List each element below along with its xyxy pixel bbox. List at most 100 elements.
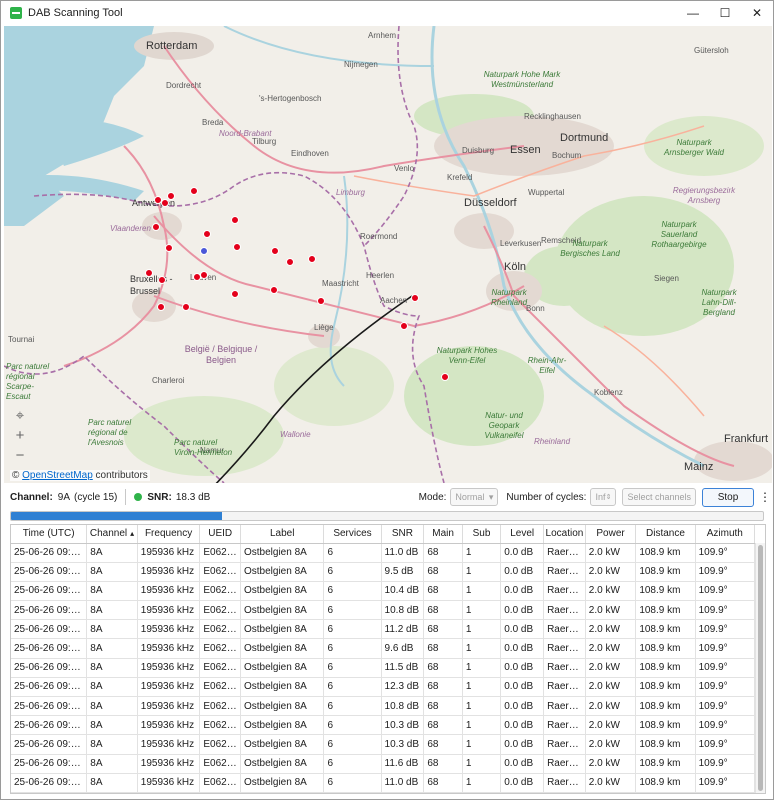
transmitter-marker[interactable] — [441, 373, 449, 381]
table-row[interactable]: 25-06-26 09:09:358A195936 kHzE06200Ostbe… — [11, 696, 756, 717]
column-header[interactable]: Main — [423, 525, 463, 544]
table-cell: 6 — [323, 543, 382, 563]
transmitter-marker[interactable] — [200, 271, 208, 279]
transmitter-marker[interactable] — [411, 294, 419, 302]
column-header[interactable]: Time (UTC) — [11, 525, 88, 544]
transmitter-marker[interactable] — [161, 199, 169, 207]
receiver-marker[interactable] — [200, 247, 208, 255]
openstreetmap-link[interactable]: OpenStreetMap — [22, 470, 93, 481]
maximize-button[interactable]: ☐ — [709, 1, 741, 25]
table-cell: E06200 — [199, 677, 241, 698]
table-cell: 2.0 kW — [585, 734, 637, 755]
table-cell: 1 — [462, 619, 502, 640]
transmitter-marker[interactable] — [286, 258, 294, 266]
select-channels-button[interactable]: Select channels — [622, 488, 696, 506]
vertical-scrollbar[interactable] — [755, 543, 765, 793]
column-header[interactable]: Level — [500, 525, 545, 544]
table-row[interactable]: 25-06-26 09:13:078A195936 kHzE06200Ostbe… — [11, 773, 756, 793]
cycles-value: Inf — [595, 492, 606, 502]
results-table[interactable]: Time (UTC) Channel ▴ Frequency UEID Label Serv… — [10, 524, 766, 794]
copyright-symbol: © — [12, 470, 20, 481]
transmitter-marker[interactable] — [152, 223, 160, 231]
table-cell: 6 — [323, 696, 382, 717]
transmitter-marker[interactable] — [231, 216, 239, 224]
table-row[interactable]: 25-06-26 09:07:508A195936 kHzE06200Ostbe… — [11, 658, 756, 678]
transmitter-marker[interactable] — [165, 244, 173, 252]
column-header[interactable]: Distance — [635, 525, 696, 544]
stop-button[interactable]: Stop — [702, 487, 754, 507]
column-header[interactable]: Frequency — [137, 525, 201, 544]
transmitter-marker[interactable] — [400, 322, 408, 330]
column-header[interactable]: Services — [323, 525, 382, 544]
column-header[interactable]: Location — [543, 525, 586, 544]
column-header[interactable]: SNR — [381, 525, 425, 544]
transmitter-marker[interactable] — [233, 243, 241, 251]
map-label-np-rheinland: Naturpark Rheinland — [490, 288, 528, 307]
table-cell: Ostbelgien 8A — [240, 638, 325, 659]
map-label-vlaanderen: Vlaanderen — [110, 224, 151, 233]
map-label-aachen: Aachen — [380, 296, 408, 305]
map-label-charleroi: Charleroi — [152, 376, 185, 385]
table-cell: 1 — [462, 715, 502, 736]
table-cell: Raeren... — [543, 773, 586, 793]
table-row[interactable]: 25-06-26 09:06:588A195936 kHzE06200Ostbe… — [11, 638, 756, 659]
zoom-in-button[interactable]: + — [10, 425, 30, 445]
table-row[interactable]: 25-06-26 09:11:228A195936 kHzE06200Ostbe… — [11, 734, 756, 755]
transmitter-marker[interactable] — [158, 276, 166, 284]
table-row[interactable]: 25-06-26 09:02:338A195936 kHzE06200Ostbe… — [11, 543, 756, 563]
table-cell: 195936 kHz — [137, 658, 201, 678]
map-label-parc-avesnois: Parc naturel régional de l'Avesnois — [88, 418, 132, 447]
transmitter-marker[interactable] — [190, 187, 198, 195]
transmitter-marker[interactable] — [308, 255, 316, 263]
close-button[interactable]: ✕ — [741, 1, 773, 25]
more-menu-icon[interactable]: ⋮ — [758, 490, 772, 504]
table-cell: 68 — [423, 581, 463, 602]
table-cell: 108.9 km — [635, 619, 696, 640]
transmitter-marker[interactable] — [182, 303, 190, 311]
scrollbar-thumb[interactable] — [758, 545, 763, 791]
table-row[interactable]: 25-06-26 09:04:198A195936 kHzE06200Ostbe… — [11, 581, 756, 602]
table-row[interactable]: 25-06-26 09:03:268A195936 kHzE06200Ostbe… — [11, 562, 756, 582]
cycles-spinbox[interactable]: Inf ⇕ — [590, 488, 617, 506]
transmitter-marker[interactable] — [145, 269, 153, 277]
column-header[interactable]: UEID — [199, 525, 241, 544]
table-cell: 2.0 kW — [585, 543, 637, 563]
column-header[interactable]: Label — [240, 525, 325, 544]
zoom-out-button[interactable]: − — [10, 445, 30, 465]
table-row[interactable]: 25-06-26 09:05:128A195936 kHzE06200Ostbe… — [11, 600, 756, 621]
map-label-heerlen: Heerlen — [366, 271, 395, 280]
transmitter-marker[interactable] — [157, 303, 165, 311]
table-row[interactable]: 25-06-26 09:08:428A195936 kHzE06200Ostbe… — [11, 677, 756, 698]
transmitter-marker[interactable] — [203, 230, 211, 238]
map-view[interactable]: Rotterdam Dordrecht Breda Tilburg Eindho… — [4, 26, 772, 483]
column-header[interactable]: Sub — [462, 525, 502, 544]
table-cell: 195936 kHz — [137, 715, 201, 736]
table-row[interactable]: 25-06-26 09:10:288A195936 kHzE06200Ostbe… — [11, 715, 756, 736]
transmitter-marker[interactable] — [231, 290, 239, 298]
transmitter-marker[interactable] — [270, 286, 278, 294]
table-cell: 1 — [462, 658, 502, 678]
table-cell: E06200 — [199, 562, 241, 582]
table-cell: 108.9 km — [635, 600, 696, 621]
table-cell: Raeren... — [543, 581, 586, 602]
table-cell: 0.0 dB — [500, 658, 545, 678]
table-cell: 195936 kHz — [137, 696, 201, 717]
column-header[interactable]: Channel ▴ — [86, 525, 138, 544]
table-cell: 109.9° — [695, 638, 756, 659]
table-cell: 25-06-26 09:07:50 — [11, 658, 88, 678]
table-cell: 1 — [462, 754, 502, 774]
transmitter-marker[interactable] — [167, 192, 175, 200]
table-cell: 11.5 dB — [381, 658, 425, 678]
map-label-regierungsbezirk: Regierungsbezirk Arnsberg — [672, 186, 736, 205]
mode-select[interactable]: Normal ▾ — [450, 488, 499, 506]
column-header[interactable]: Azimuth — [695, 525, 756, 544]
column-header[interactable]: Power — [585, 525, 637, 544]
minimize-button[interactable]: — — [677, 1, 709, 25]
table-row[interactable]: 25-06-26 09:12:168A195936 kHzE06200Ostbe… — [11, 754, 756, 774]
transmitter-marker[interactable] — [317, 297, 325, 305]
locate-icon[interactable]: ⌖ — [10, 405, 30, 425]
table-row[interactable]: 25-06-26 09:06:048A195936 kHzE06200Ostbe… — [11, 619, 756, 640]
table-cell: 2.0 kW — [585, 600, 637, 621]
title-bar[interactable]: DAB Scanning Tool — ☐ ✕ — [1, 1, 773, 25]
transmitter-marker[interactable] — [271, 247, 279, 255]
